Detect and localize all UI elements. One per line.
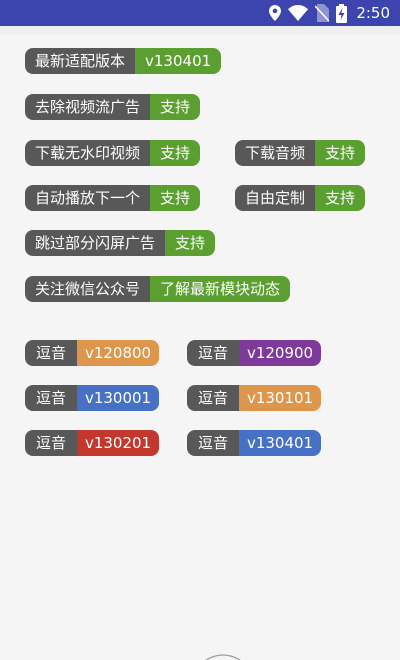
- badge-skip-splash-ads: 跳过部分闪屏广告 支持: [25, 230, 216, 256]
- badge-label: 最新适配版本: [25, 48, 136, 74]
- badge-latest-version: 最新适配版本 v130401: [25, 48, 222, 74]
- version-badge: 逗音 v130201: [25, 430, 159, 456]
- badge-value: 支持: [150, 185, 201, 211]
- badge-value: 支持: [150, 140, 201, 166]
- version-badge: 逗音 v130001: [25, 385, 159, 411]
- badge-value: 支持: [150, 94, 201, 120]
- badge-value: v130001: [77, 385, 159, 411]
- version-badge: 逗音 v130401: [187, 430, 321, 456]
- badge-value: v130201: [77, 430, 159, 456]
- badge-label: 逗音: [25, 340, 77, 366]
- badge-label: 自由定制: [235, 185, 316, 211]
- badge-download-audio: 下载音频 支持: [235, 140, 366, 166]
- version-badge: 逗音 v130101: [187, 385, 321, 411]
- status-icons: 2:50: [269, 3, 390, 23]
- badge-value: 了解最新模块动态: [150, 276, 291, 302]
- badge-custom: 自由定制 支持: [235, 185, 366, 211]
- badge-download-no-watermark: 下载无水印视频 支持: [25, 140, 201, 166]
- scroll-hint-icon: [205, 654, 241, 660]
- clock: 2:50: [356, 4, 390, 22]
- battery-charging-icon: [336, 3, 348, 23]
- badge-autoplay-next: 自动播放下一个 支持: [25, 185, 201, 211]
- toolbar-divider: [0, 26, 400, 34]
- badge-label: 跳过部分闪屏广告: [25, 230, 166, 256]
- badge-label: 逗音: [187, 430, 239, 456]
- badge-label: 去除视频流广告: [25, 94, 151, 120]
- version-badge: 逗音 v120800: [25, 340, 159, 366]
- status-bar: 2:50: [0, 0, 400, 26]
- badge-follow-wechat[interactable]: 关注微信公众号 了解最新模块动态: [25, 276, 291, 302]
- badge-label: 下载音频: [235, 140, 316, 166]
- badge-value: 支持: [315, 140, 366, 166]
- badge-label: 逗音: [187, 385, 239, 411]
- location-icon: [269, 5, 282, 21]
- badge-value: v130101: [239, 385, 321, 411]
- badge-label: 自动播放下一个: [25, 185, 151, 211]
- badge-value: v130401: [135, 48, 222, 74]
- badge-value: v120800: [77, 340, 159, 366]
- badge-label: 逗音: [187, 340, 239, 366]
- badge-value: 支持: [165, 230, 216, 256]
- badge-value: v120900: [239, 340, 321, 366]
- badge-value: 支持: [315, 185, 366, 211]
- version-badge: 逗音 v120900: [187, 340, 321, 366]
- wifi-icon: [288, 5, 309, 21]
- no-sim-icon: [315, 4, 330, 22]
- badge-label: 下载无水印视频: [25, 140, 151, 166]
- badge-remove-video-ads: 去除视频流广告 支持: [25, 94, 201, 120]
- badge-label: 逗音: [25, 430, 77, 456]
- badge-label: 关注微信公众号: [25, 276, 151, 302]
- badge-value: v130401: [239, 430, 321, 456]
- badge-label: 逗音: [25, 385, 77, 411]
